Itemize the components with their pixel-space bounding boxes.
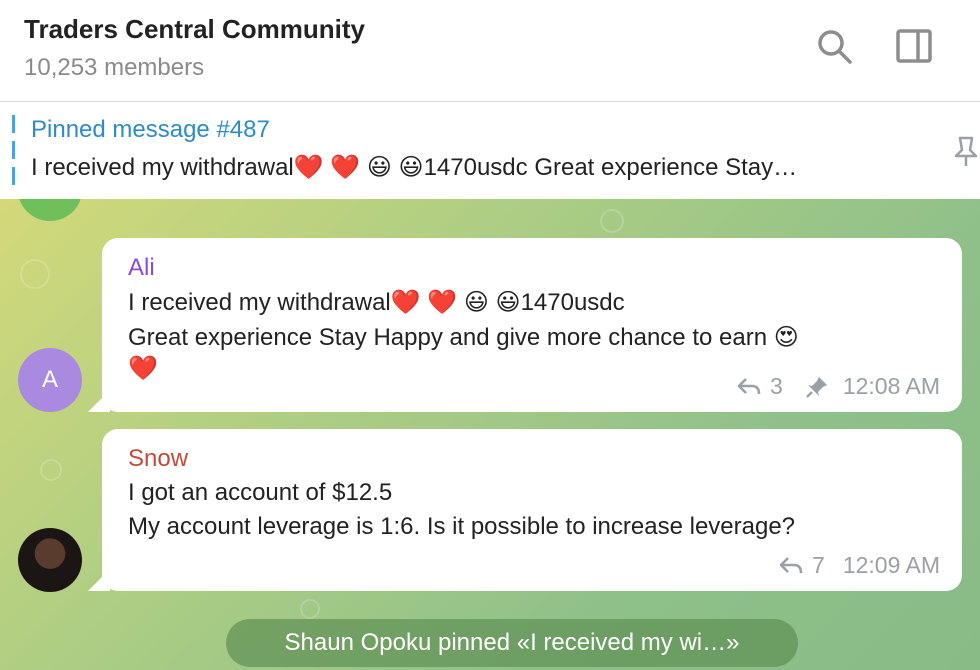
reply-icon[interactable] [778, 555, 804, 577]
message-text: I got an account of $12.5 [128, 479, 393, 506]
message-text: My account leverage is 1:6. Is it possib… [128, 513, 796, 540]
pinned-text: I received my withdrawal❤️ ❤️ 😃 😃1470usd… [31, 154, 798, 181]
member-count: 10,253 members [24, 54, 205, 81]
pinned-icon [805, 375, 829, 399]
pin-icon[interactable] [952, 136, 980, 173]
message-bubble[interactable]: Ali I received my withdrawal❤️ ❤️ 😃 😃147… [102, 238, 962, 412]
avatar[interactable] [18, 199, 82, 221]
sender-name[interactable]: Ali [128, 254, 936, 282]
message-text: I received my withdrawal❤️ ❤️ 😃 😃1470usd… [128, 289, 625, 316]
reply-icon[interactable] [736, 376, 762, 398]
chat-area[interactable]: Ali I received my withdrawal❤️ ❤️ 😃 😃147… [0, 199, 980, 670]
avatar[interactable]: A [18, 348, 82, 412]
background-doodle [20, 259, 50, 289]
reply-count[interactable]: 3 [770, 373, 783, 400]
search-icon[interactable] [814, 26, 854, 66]
pinned-indicator [12, 115, 15, 187]
reply-count[interactable]: 7 [812, 552, 825, 579]
sidebar-toggle-icon[interactable] [894, 26, 934, 66]
message-meta: 3 12:08 AM [736, 373, 940, 400]
message-time: 12:09 AM [842, 552, 940, 578]
message-text: Great experience Stay Happy and give mor… [128, 324, 799, 351]
chat-title[interactable]: Traders Central Community [24, 14, 365, 45]
pinned-title: Pinned message #487 [31, 116, 270, 143]
avatar[interactable] [18, 528, 82, 592]
background-doodle [300, 599, 320, 619]
chat-header: Traders Central Community 10,253 members [0, 0, 980, 102]
service-message[interactable]: Shaun Opoku pinned «I received my wi…» [226, 619, 798, 667]
background-doodle [40, 459, 62, 481]
sender-name[interactable]: Snow [128, 445, 936, 473]
message-time: 12:08 AM [842, 373, 940, 399]
background-doodle [600, 209, 624, 233]
message-bubble[interactable]: Snow I got an account of $12.5 My accoun… [102, 429, 962, 591]
message-meta: 7 12:09 AM [778, 552, 940, 579]
pinned-message-bar[interactable]: Pinned message #487 I received my withdr… [0, 103, 980, 199]
